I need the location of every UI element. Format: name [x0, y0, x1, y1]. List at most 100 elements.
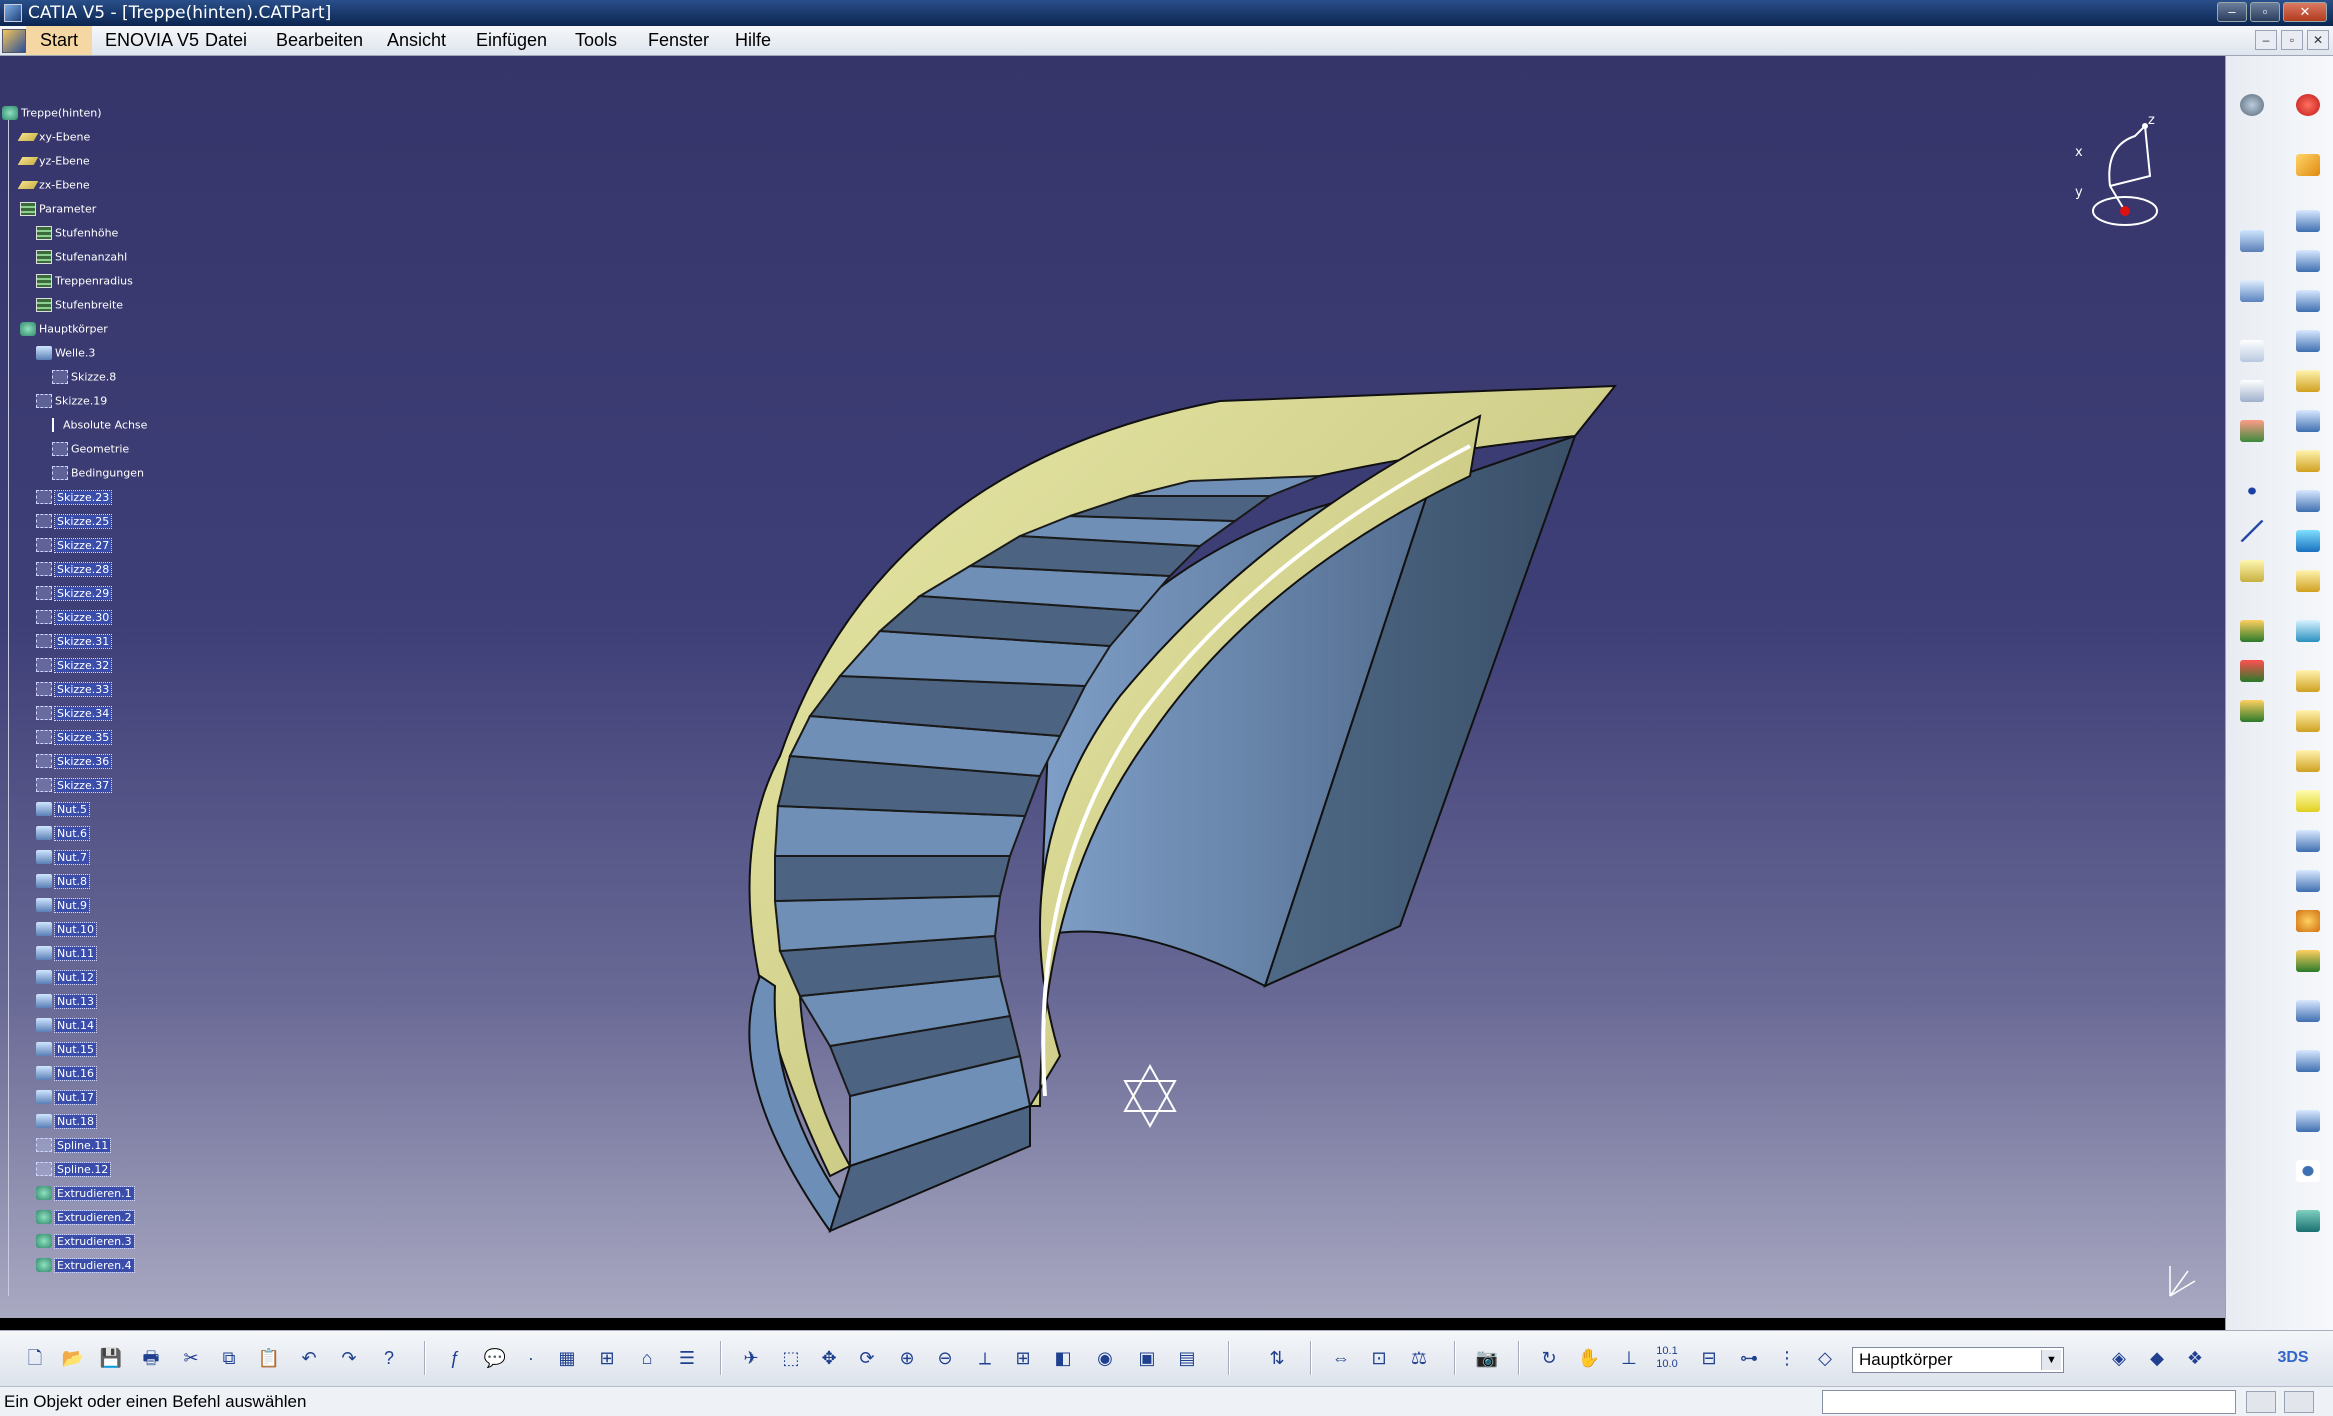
maximize-button[interactable]: ▫	[2250, 2, 2280, 22]
tree-body-item[interactable]: Absolute Achse	[52, 418, 147, 438]
symmetry-icon[interactable]	[2292, 906, 2324, 936]
boolean-icon[interactable]	[2292, 1206, 2324, 1236]
tree-body-item[interactable]: Nut.6	[36, 825, 91, 846]
draft-icon[interactable]	[2292, 706, 2324, 736]
axis-system-icon[interactable]: ⊥	[1614, 1343, 1644, 1373]
sketcher-icon[interactable]	[2292, 206, 2324, 236]
tree-body-item[interactable]: Geometrie	[52, 442, 129, 462]
doc-close-button[interactable]: ✕	[2307, 30, 2329, 50]
tree-body-item[interactable]: Skizze.25	[36, 513, 113, 534]
knowledge-icon[interactable]: 💬	[480, 1343, 510, 1373]
define-work-object-icon[interactable]: ◇	[1810, 1343, 1840, 1373]
hole-icon[interactable]	[2292, 406, 2324, 436]
copy-icon[interactable]: ⧉	[214, 1343, 244, 1373]
multi-view-icon[interactable]: ⊞	[1008, 1343, 1038, 1373]
open-folder-icon[interactable]: 📂	[58, 1343, 88, 1373]
pad-icon[interactable]	[2292, 246, 2324, 276]
hide-show-icon[interactable]: ▣	[1132, 1343, 1162, 1373]
menu-ansicht[interactable]: Ansicht	[387, 30, 446, 51]
specification-tree[interactable]: Treppe(hinten) xy-Ebene yz-Ebene zx-Eben…	[0, 106, 200, 1296]
menu-hilfe[interactable]: Hilfe	[735, 30, 771, 51]
plane-icon[interactable]	[2236, 556, 2268, 586]
paste-icon[interactable]: 📋	[254, 1343, 284, 1373]
menu-datei[interactable]: Datei	[205, 30, 247, 51]
tree-param-item[interactable]: Stufenanzahl	[36, 250, 127, 270]
tree-body-item[interactable]: Skizze.34	[36, 705, 113, 726]
multi-section-icon[interactable]	[2292, 526, 2324, 556]
tree-body-item[interactable]: Nut.15	[36, 1041, 98, 1062]
tree-param-item[interactable]: Treppenradius	[36, 274, 133, 294]
save-icon[interactable]: 💾	[96, 1343, 126, 1373]
tree-body-item[interactable]: Extrudieren.3	[36, 1233, 135, 1254]
thread-icon[interactable]	[2292, 826, 2324, 856]
shell-icon[interactable]	[2292, 746, 2324, 776]
tree-body-item[interactable]: Extrudieren.2	[36, 1209, 135, 1230]
close-button[interactable]: ✕	[2283, 2, 2327, 22]
tree-body-item[interactable]: Extrudieren.4	[36, 1257, 135, 1278]
tree-body-item[interactable]: Skizze.29	[36, 585, 113, 606]
snap-icon[interactable]: ⊶	[1734, 1343, 1764, 1373]
tree-body-item[interactable]: Skizze.30	[36, 609, 113, 630]
tree-param-item[interactable]: Stufenhöhe	[36, 226, 118, 246]
tree-body-item[interactable]: Nut.9	[36, 897, 91, 918]
tree-body-item[interactable]: Skizze.8	[52, 370, 116, 390]
tree-body-item[interactable]: Skizze.37	[36, 777, 113, 798]
help-icon[interactable]: ?	[374, 1343, 404, 1373]
settings-gear-icon[interactable]	[2236, 90, 2268, 120]
command-input[interactable]	[1822, 1390, 2236, 1414]
tree-body-item[interactable]: Nut.13	[36, 993, 98, 1014]
rib-icon[interactable]	[2292, 446, 2324, 476]
exit-close-icon[interactable]	[2292, 90, 2324, 120]
body-selector[interactable]: Hauptkörper ▼	[1852, 1347, 2064, 1373]
publication-icon[interactable]: ◆	[2142, 1343, 2172, 1373]
3d-viewport[interactable]: Treppe(hinten) xy-Ebene yz-Ebene zx-Eben…	[0, 56, 2225, 1318]
pan-icon[interactable]: ✥	[814, 1343, 844, 1373]
status-button-2[interactable]	[2284, 1391, 2314, 1413]
draft-analysis-icon[interactable]	[2236, 656, 2268, 686]
rectangular-pattern-icon[interactable]	[2292, 996, 2324, 1026]
pocket-icon[interactable]	[2292, 286, 2324, 316]
work-object-icon[interactable]	[2236, 276, 2268, 306]
user-pattern-icon[interactable]	[2292, 1156, 2324, 1186]
stiffener-icon[interactable]	[2292, 566, 2324, 596]
tree-main-body[interactable]: Hauptkörper	[20, 322, 108, 342]
thickness-icon[interactable]	[2292, 786, 2324, 816]
doc-minimize-button[interactable]: –	[2255, 30, 2277, 50]
refresh-icon[interactable]: ↻	[1534, 1343, 1564, 1373]
slot-icon[interactable]	[2292, 486, 2324, 516]
tree-body-item[interactable]: Nut.14	[36, 1017, 98, 1038]
tree-body-item[interactable]: Nut.12	[36, 969, 98, 990]
redo-icon[interactable]: ↷	[334, 1343, 364, 1373]
circular-pattern-icon[interactable]	[2292, 1106, 2324, 1136]
capture-icon[interactable]: 📷	[1472, 1343, 1502, 1373]
tree-body-item[interactable]: Skizze.23	[36, 489, 113, 510]
doc-restore-button[interactable]: ▫	[2281, 30, 2303, 50]
menu-einfuegen[interactable]: Einfügen	[476, 30, 547, 51]
tree-body-item[interactable]: Nut.10	[36, 921, 98, 942]
tree-body-item[interactable]: Nut.18	[36, 1113, 98, 1134]
compass-icon[interactable]: x y z	[2070, 116, 2180, 236]
view-mode-icon[interactable]: ⊟	[1694, 1343, 1724, 1373]
measure-between-icon[interactable]: ⇔	[1326, 1343, 1356, 1373]
update-icon[interactable]: ⇅	[1262, 1343, 1292, 1373]
tree-body-item[interactable]: Skizze.31	[36, 633, 113, 654]
menu-fenster[interactable]: Fenster	[648, 30, 709, 51]
translation-icon[interactable]	[2292, 866, 2324, 896]
print-icon[interactable]: 🖶	[136, 1343, 166, 1373]
tree-body-item[interactable]: Skizze.28	[36, 561, 113, 582]
tree-body-item[interactable]: Skizze.36	[36, 753, 113, 774]
chamfer-icon[interactable]	[2292, 666, 2324, 696]
tree-plane-zx[interactable]: zx-Ebene	[17, 178, 90, 198]
rule-icon[interactable]: ∙	[516, 1343, 546, 1373]
scaling-icon[interactable]	[2292, 1046, 2324, 1076]
text-abc-icon[interactable]	[2236, 336, 2268, 366]
grid-icon[interactable]: ⋮	[1772, 1343, 1802, 1373]
zoom-out-icon[interactable]: ⊖	[930, 1343, 960, 1373]
fly-mode-icon[interactable]: ✈	[736, 1343, 766, 1373]
iso-view-icon[interactable]: ◧	[1048, 1343, 1078, 1373]
analysis-icon[interactable]	[2236, 616, 2268, 646]
tree-root[interactable]: Treppe(hinten)	[2, 106, 102, 126]
select-arrow-icon[interactable]	[2292, 150, 2324, 180]
staircase-model[interactable]	[0, 56, 2225, 1318]
groove-icon[interactable]	[2292, 366, 2324, 396]
